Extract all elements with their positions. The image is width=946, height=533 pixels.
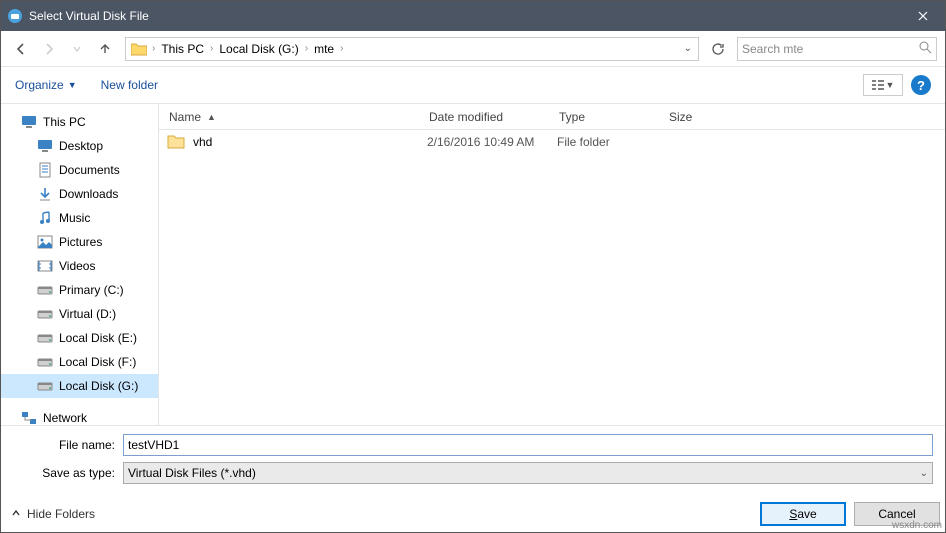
chevron-right-icon[interactable]: › <box>208 43 215 54</box>
drive-icon <box>37 354 53 370</box>
breadcrumb-part-2[interactable]: mte <box>312 42 336 56</box>
folder-icon <box>130 40 148 58</box>
pics-icon <box>37 234 53 250</box>
column-headers: Name▲ Date modified Type Size <box>159 104 945 130</box>
sidebar-item-network[interactable]: Network <box>1 406 158 425</box>
window-title: Select Virtual Disk File <box>29 9 900 23</box>
back-button[interactable] <box>9 37 33 61</box>
sidebar-item-videos[interactable]: Videos <box>1 254 158 278</box>
button-row: Hide Folders Save Cancel <box>1 496 945 532</box>
search-placeholder: Search mte <box>742 42 803 56</box>
app-icon <box>7 8 23 24</box>
down-icon <box>37 186 53 202</box>
column-size[interactable]: Size <box>659 110 739 124</box>
breadcrumb[interactable]: › This PC › Local Disk (G:) › mte › ⌄ <box>125 37 699 61</box>
column-type[interactable]: Type <box>549 110 659 124</box>
file-pane: Name▲ Date modified Type Size vhd2/16/20… <box>159 104 945 425</box>
sidebar-item-virtual-d-[interactable]: Virtual (D:) <box>1 302 158 326</box>
new-folder-button[interactable]: New folder <box>101 78 158 92</box>
sidebar-item-local-disk-e-[interactable]: Local Disk (E:) <box>1 326 158 350</box>
refresh-button[interactable] <box>707 38 729 60</box>
chevron-right-icon[interactable]: › <box>150 43 157 54</box>
saveastype-select[interactable]: Virtual Disk Files (*.vhd) ⌄ <box>123 462 933 484</box>
file-date: 2/16/2016 10:49 AM <box>427 135 557 149</box>
music-icon <box>37 210 53 226</box>
folder-icon <box>167 133 185 151</box>
column-name[interactable]: Name▲ <box>159 110 419 124</box>
save-button-rest: ave <box>797 507 816 521</box>
forward-button[interactable] <box>37 37 61 61</box>
chevron-up-icon <box>11 507 21 521</box>
network-icon <box>21 410 37 425</box>
chevron-down-icon: ⌄ <box>920 468 928 479</box>
view-options-button[interactable]: ▼ <box>863 74 903 96</box>
drive-icon <box>37 282 53 298</box>
list-icon <box>872 80 884 90</box>
close-button[interactable] <box>900 1 945 31</box>
up-button[interactable] <box>93 37 117 61</box>
breadcrumb-part-1[interactable]: Local Disk (G:) <box>217 42 300 56</box>
search-input[interactable]: Search mte <box>737 37 937 61</box>
sidebar-item-local-disk-f-[interactable]: Local Disk (F:) <box>1 350 158 374</box>
help-button[interactable]: ? <box>911 75 931 95</box>
chevron-right-icon[interactable]: › <box>338 43 345 54</box>
recent-dropdown[interactable] <box>65 37 89 61</box>
nav-row: › This PC › Local Disk (G:) › mte › ⌄ Se… <box>1 31 945 67</box>
sidebar-item-pictures[interactable]: Pictures <box>1 230 158 254</box>
sidebar-item-downloads[interactable]: Downloads <box>1 182 158 206</box>
search-icon <box>918 40 932 57</box>
filename-input[interactable] <box>123 434 933 456</box>
pc-icon <box>21 114 37 130</box>
desktop-icon <box>37 138 53 154</box>
drive-icon <box>37 306 53 322</box>
sidebar-item-primary-c-[interactable]: Primary (C:) <box>1 278 158 302</box>
toolbar: Organize▼ New folder ▼ ? <box>1 67 945 103</box>
watermark: wsxdn.com <box>892 520 942 531</box>
breadcrumb-part-0[interactable]: This PC <box>159 42 206 56</box>
docs-icon <box>37 162 53 178</box>
sidebar-item-thispc[interactable]: This PC <box>1 110 158 134</box>
bottom-panel: File name: Save as type: Virtual Disk Fi… <box>1 425 945 496</box>
sidebar-item-desktop[interactable]: Desktop <box>1 134 158 158</box>
titlebar: Select Virtual Disk File <box>1 1 945 31</box>
filename-label: File name: <box>13 438 123 452</box>
main-area: This PC DesktopDocumentsDownloadsMusicPi… <box>1 103 945 425</box>
drive-icon <box>37 378 53 394</box>
column-date[interactable]: Date modified <box>419 110 549 124</box>
chevron-right-icon[interactable]: › <box>303 43 310 54</box>
video-icon <box>37 258 53 274</box>
file-type: File folder <box>557 135 667 149</box>
breadcrumb-dropdown[interactable]: ⌄ <box>678 43 698 54</box>
organize-menu[interactable]: Organize▼ <box>15 78 77 92</box>
file-row[interactable]: vhd2/16/2016 10:49 AMFile folder <box>159 130 945 154</box>
sidebar-item-music[interactable]: Music <box>1 206 158 230</box>
sidebar[interactable]: This PC DesktopDocumentsDownloadsMusicPi… <box>1 104 159 425</box>
drive-icon <box>37 330 53 346</box>
hide-folders-button[interactable]: Hide Folders <box>11 507 95 521</box>
save-button[interactable]: Save <box>760 502 846 526</box>
saveastype-label: Save as type: <box>13 466 123 480</box>
sort-asc-icon: ▲ <box>207 112 216 122</box>
file-name: vhd <box>193 135 427 149</box>
sidebar-item-local-disk-g-[interactable]: Local Disk (G:) <box>1 374 158 398</box>
sidebar-item-documents[interactable]: Documents <box>1 158 158 182</box>
